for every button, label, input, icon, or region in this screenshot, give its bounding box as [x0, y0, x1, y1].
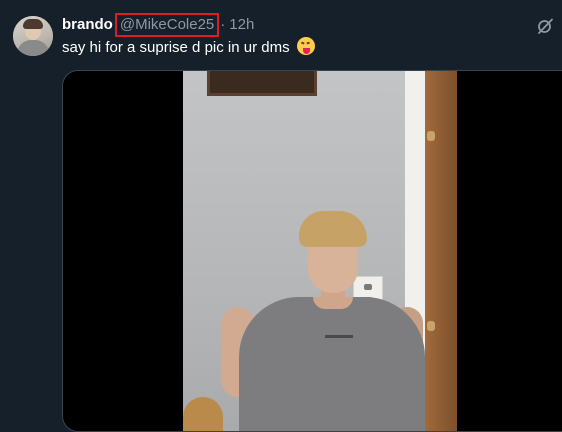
profile-avatar[interactable]	[13, 16, 53, 56]
tweet-media[interactable]	[62, 70, 562, 432]
avatar-hair	[23, 19, 43, 29]
separator-dot: ·	[220, 16, 226, 33]
photo-person-hair	[299, 211, 367, 247]
photo-cabinet-door	[425, 71, 457, 431]
tweet-text: say hi for a suprise d pic in ur dms	[62, 37, 315, 58]
photo-shirt-print	[325, 335, 353, 338]
cabinet-handle	[427, 321, 435, 331]
photo-shirt-collar	[313, 297, 353, 309]
photo-picture-frame	[207, 71, 317, 96]
photo-guitar	[183, 397, 223, 431]
display-name[interactable]: brando	[62, 15, 113, 35]
tweet-header: brando @MikeCole25 · 12h	[62, 13, 254, 37]
cabinet-handle	[427, 131, 435, 141]
tweet-body: say hi for a suprise d pic in ur dms	[62, 39, 290, 56]
user-handle[interactable]: @MikeCole25	[114, 13, 220, 37]
face-with-tongue-icon	[296, 37, 315, 55]
tweet-photo[interactable]	[183, 71, 457, 431]
timestamp[interactable]: 12h	[229, 15, 254, 35]
grok-icon	[538, 18, 553, 34]
grok-button[interactable]	[534, 15, 556, 37]
photo-person-shirt	[239, 297, 425, 431]
